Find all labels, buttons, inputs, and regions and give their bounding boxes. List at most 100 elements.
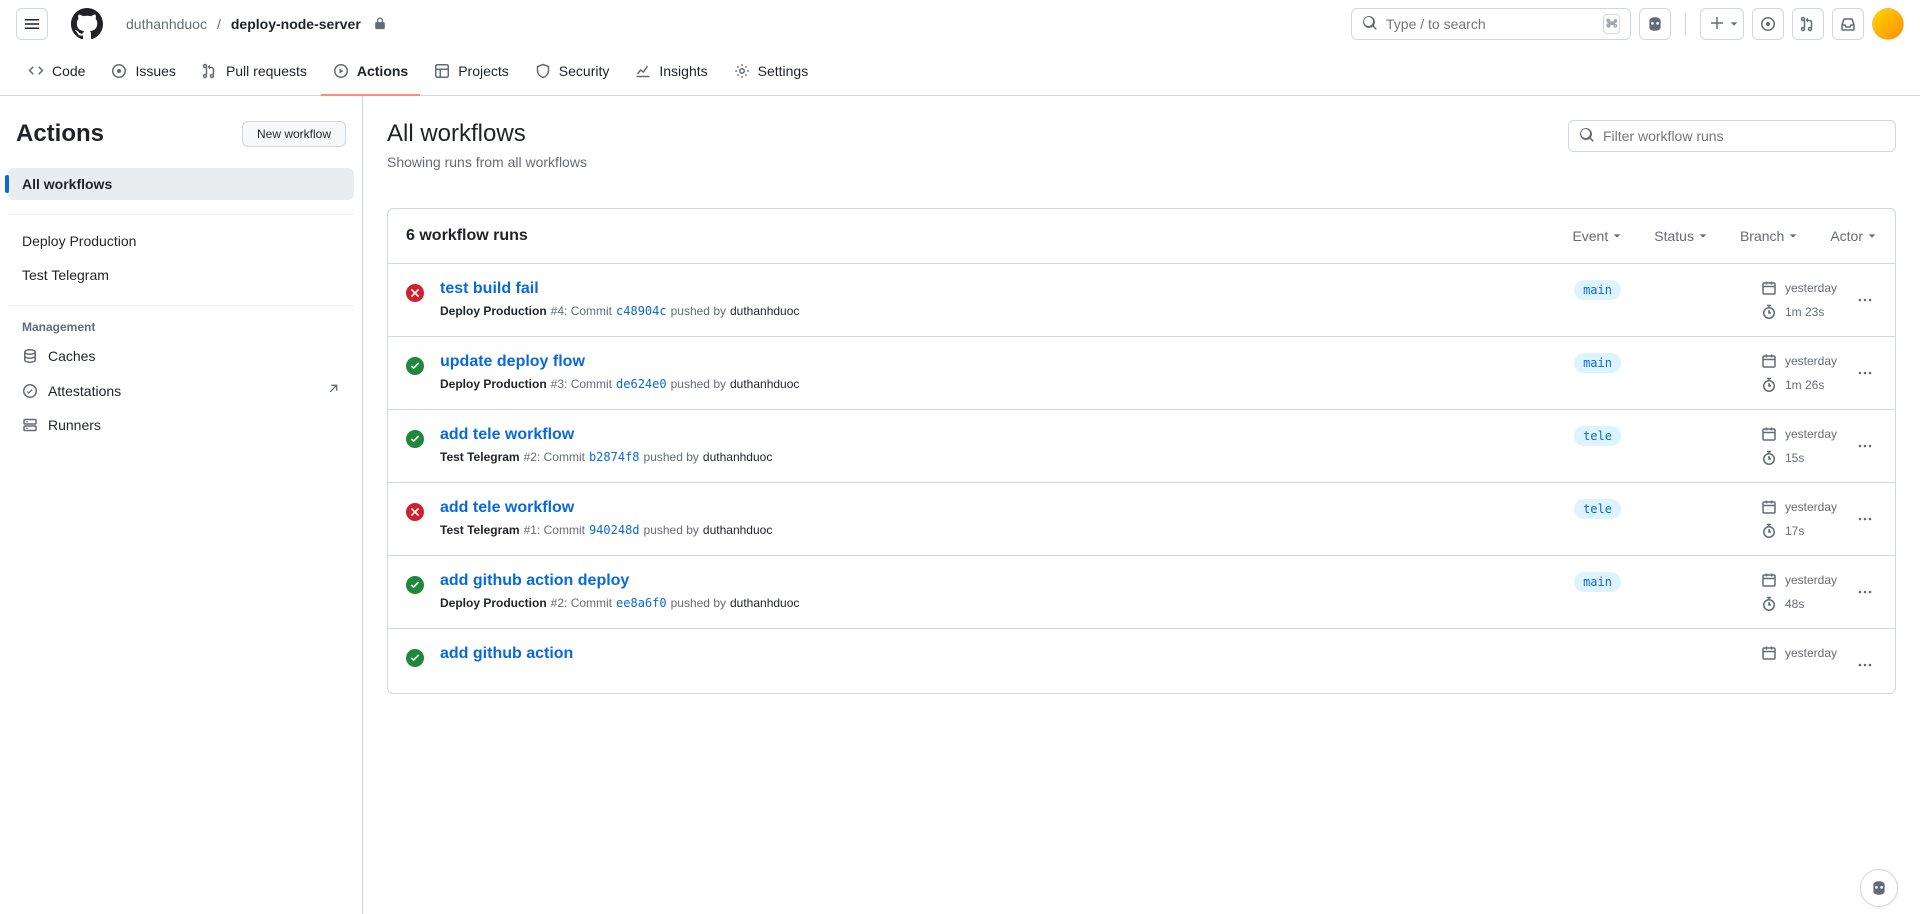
search-input[interactable] — [1386, 16, 1595, 32]
commit-sha-link[interactable]: 940248d — [589, 523, 640, 537]
run-title-link[interactable]: test build fail — [440, 280, 539, 297]
sidebar-all-workflows[interactable]: All workflows — [8, 168, 354, 200]
run-date: yesterday — [1761, 426, 1837, 442]
plus-icon — [1709, 15, 1725, 34]
tab-actions[interactable]: Actions — [321, 48, 420, 96]
commit-sha-link[interactable]: c48904c — [616, 304, 667, 318]
filter-runs-input[interactable] — [1603, 128, 1885, 144]
tab-security[interactable]: Security — [523, 48, 622, 96]
status-failed-icon — [406, 503, 424, 524]
run-title-link[interactable]: update deploy flow — [440, 353, 585, 370]
commit-sha-link[interactable]: de624e0 — [616, 377, 667, 391]
run-title-link[interactable]: add github action — [440, 645, 573, 662]
run-row: update deploy flow Deploy Production #3:… — [388, 336, 1895, 409]
run-actions-menu[interactable] — [1853, 361, 1877, 385]
run-duration: 17s — [1761, 523, 1837, 539]
run-actions-menu[interactable] — [1853, 288, 1877, 312]
management-label: Management — [8, 312, 354, 340]
actor-link[interactable]: duthanhduoc — [730, 304, 799, 318]
filter-status[interactable]: Status — [1654, 228, 1708, 244]
run-duration: 48s — [1761, 596, 1837, 612]
sidebar-attestations[interactable]: Attestations — [8, 374, 354, 407]
notifications-button[interactable] — [1832, 8, 1864, 40]
run-date: yesterday — [1761, 572, 1837, 588]
status-success-icon — [406, 649, 424, 670]
run-workflow-name: Deploy Production — [440, 304, 547, 318]
keyboard-hint — [1603, 14, 1620, 34]
commit-sha-link[interactable]: b2874f8 — [589, 450, 640, 464]
status-success-icon — [406, 576, 424, 597]
github-logo[interactable] — [71, 8, 103, 40]
filter-event[interactable]: Event — [1572, 228, 1622, 244]
branch-badge[interactable]: main — [1574, 353, 1621, 373]
hamburger-menu[interactable] — [16, 8, 48, 40]
branch-badge[interactable]: main — [1574, 280, 1621, 300]
branch-badge[interactable]: tele — [1574, 426, 1621, 446]
copilot-button[interactable] — [1639, 8, 1671, 40]
sidebar-runners[interactable]: Runners — [8, 409, 354, 441]
branch-badge[interactable]: tele — [1574, 499, 1621, 519]
search-icon — [1362, 15, 1378, 34]
actor-link[interactable]: duthanhduoc — [703, 523, 772, 537]
run-title-link[interactable]: add github action deploy — [440, 572, 629, 589]
main-content: All workflows Showing runs from all work… — [363, 96, 1920, 914]
actor-link[interactable]: duthanhduoc — [730, 377, 799, 391]
repo-link[interactable]: deploy-node-server — [231, 16, 361, 32]
pull-requests-button[interactable] — [1792, 8, 1824, 40]
global-header: duthanhduoc / deploy-node-server — [0, 0, 1920, 48]
sidebar-title: Actions — [16, 120, 104, 148]
status-failed-icon — [406, 284, 424, 305]
new-workflow-button[interactable]: New workflow — [242, 121, 346, 147]
run-workflow-name: Test Telegram — [440, 523, 520, 537]
tab-insights[interactable]: Insights — [623, 48, 719, 96]
run-row: add github action deploy Deploy Producti… — [388, 555, 1895, 628]
tab-issues[interactable]: Issues — [99, 48, 187, 96]
actor-link[interactable]: duthanhduoc — [730, 596, 799, 610]
runs-count: 6 workflow runs — [406, 227, 528, 245]
tab-pull-requests[interactable]: Pull requests — [190, 48, 319, 96]
search-icon — [1579, 127, 1595, 146]
global-search[interactable] — [1351, 8, 1631, 40]
tab-projects[interactable]: Projects — [422, 48, 521, 96]
run-workflow-name: Test Telegram — [440, 450, 520, 464]
repo-nav: Code Issues Pull requests Actions Projec… — [0, 48, 1920, 96]
run-date: yesterday — [1761, 280, 1837, 296]
user-avatar[interactable] — [1872, 8, 1904, 40]
owner-link[interactable]: duthanhduoc — [126, 16, 207, 32]
run-actions-menu[interactable] — [1853, 580, 1877, 604]
status-success-icon — [406, 357, 424, 378]
sidebar-caches[interactable]: Caches — [8, 340, 354, 372]
run-date: yesterday — [1761, 645, 1837, 661]
sidebar-workflow-test-telegram[interactable]: Test Telegram — [8, 259, 354, 291]
run-workflow-name: Deploy Production — [440, 377, 547, 391]
commit-sha-link[interactable]: ee8a6f0 — [616, 596, 667, 610]
runs-panel: 6 workflow runs Event Status Branch Acto… — [387, 208, 1896, 694]
run-actions-menu[interactable] — [1853, 434, 1877, 458]
run-title-link[interactable]: add tele workflow — [440, 426, 574, 443]
external-link-icon — [326, 382, 340, 399]
run-workflow-name: Deploy Production — [440, 596, 547, 610]
issues-button[interactable] — [1752, 8, 1784, 40]
run-duration: 15s — [1761, 450, 1837, 466]
run-duration: 1m 23s — [1761, 304, 1837, 320]
filter-runs[interactable] — [1568, 120, 1896, 152]
actor-link[interactable]: duthanhduoc — [703, 450, 772, 464]
tab-settings[interactable]: Settings — [722, 48, 821, 96]
sidebar-workflow-deploy-production[interactable]: Deploy Production — [8, 225, 354, 257]
run-actions-menu[interactable] — [1853, 653, 1877, 677]
tab-code[interactable]: Code — [16, 48, 97, 96]
branch-badge[interactable]: main — [1574, 572, 1621, 592]
run-date: yesterday — [1761, 353, 1837, 369]
run-duration: 1m 26s — [1761, 377, 1837, 393]
filter-branch[interactable]: Branch — [1740, 228, 1798, 244]
create-new-button[interactable] — [1700, 8, 1744, 40]
status-success-icon — [406, 430, 424, 451]
run-row: add github action yesterday — [388, 628, 1895, 693]
run-actions-menu[interactable] — [1853, 507, 1877, 531]
run-date: yesterday — [1761, 499, 1837, 515]
breadcrumb: duthanhduoc / deploy-node-server — [126, 16, 387, 33]
run-row: add tele workflow Test Telegram #1: Comm… — [388, 482, 1895, 555]
filter-actor[interactable]: Actor — [1830, 228, 1877, 244]
copilot-fab[interactable] — [1860, 869, 1898, 907]
run-title-link[interactable]: add tele workflow — [440, 499, 574, 516]
